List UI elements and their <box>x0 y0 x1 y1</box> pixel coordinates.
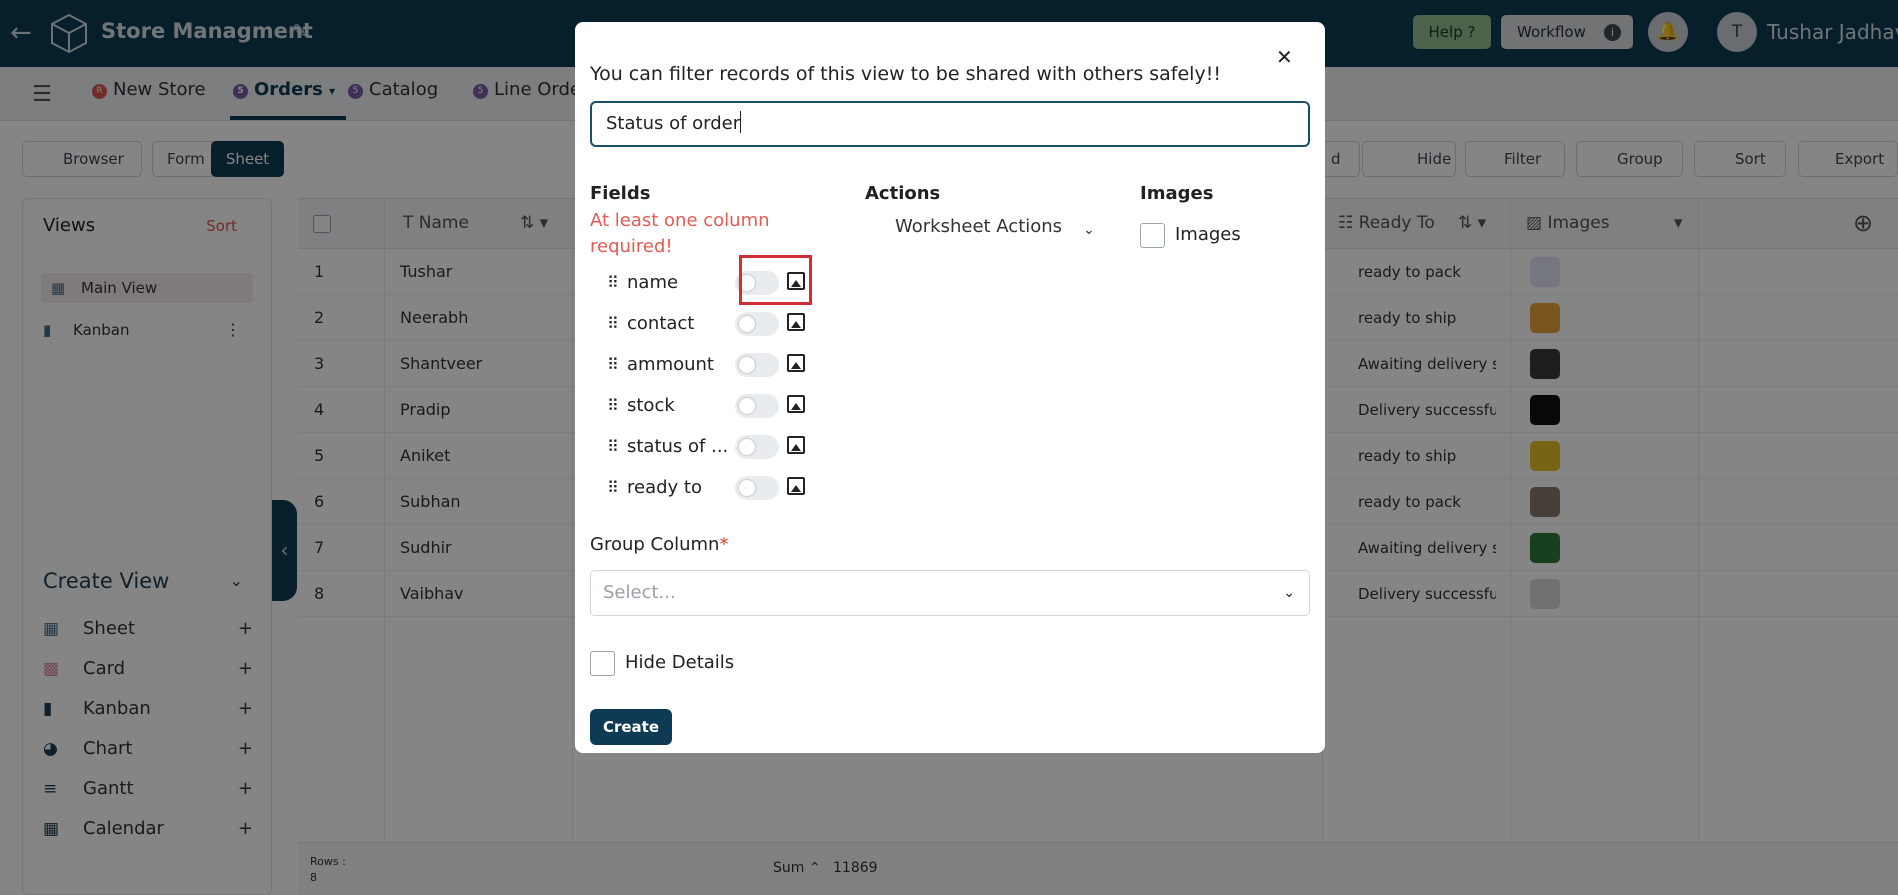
group-column-label: Group Column* <box>590 534 728 555</box>
drag-handle-icon[interactable]: ⠿ <box>607 396 619 415</box>
fields-warning: At least one column required! <box>590 210 770 257</box>
field-row-ready-to[interactable]: ⠿ ready to <box>607 473 847 503</box>
drag-handle-icon[interactable]: ⠿ <box>607 478 619 497</box>
drag-handle-icon[interactable]: ⠿ <box>607 273 619 292</box>
drag-handle-icon[interactable]: ⠿ <box>607 437 619 456</box>
worksheet-actions-select[interactable]: Worksheet Actions <box>880 216 1105 246</box>
field-row-contact[interactable]: ⠿ contact <box>607 309 847 339</box>
field-toggle[interactable] <box>735 353 779 377</box>
drag-handle-icon[interactable]: ⠿ <box>607 314 619 333</box>
field-label: ammount <box>627 354 714 375</box>
images-checkbox[interactable] <box>1140 223 1165 248</box>
select-value: Worksheet Actions <box>895 216 1063 237</box>
field-label: ready to <box>627 477 702 498</box>
field-toggle[interactable] <box>735 435 779 459</box>
text-caret <box>740 111 742 133</box>
drag-handle-icon[interactable]: ⠿ <box>607 355 619 374</box>
image-icon[interactable] <box>787 436 805 454</box>
share-view-modal: ✕ You can filter records of this view to… <box>575 22 1325 753</box>
chevron-down-icon[interactable]: ⌄ <box>1083 222 1095 238</box>
field-row-stock[interactable]: ⠿ stock <box>607 391 847 421</box>
field-row-status[interactable]: ⠿ status of ... <box>607 432 847 462</box>
field-label: name <box>627 272 679 293</box>
group-column-select[interactable]: Select... ⌄ <box>590 570 1310 616</box>
images-title: Images <box>1140 183 1214 204</box>
images-checkbox-label: Images <box>1175 224 1241 245</box>
field-toggle[interactable] <box>735 312 779 336</box>
fields-title: Fields <box>590 183 651 204</box>
image-icon[interactable] <box>787 395 805 413</box>
required-marker: * <box>719 534 729 555</box>
view-name-input[interactable]: Status of order <box>590 101 1310 147</box>
hide-details-checkbox[interactable] <box>590 651 615 676</box>
image-icon[interactable] <box>787 477 805 495</box>
field-toggle[interactable] <box>735 394 779 418</box>
actions-title: Actions <box>865 183 941 204</box>
chevron-down-icon: ⌄ <box>1283 585 1295 601</box>
view-name-value: Status of order <box>606 113 741 134</box>
field-row-ammount[interactable]: ⠿ ammount <box>607 350 847 380</box>
field-toggle[interactable] <box>735 476 779 500</box>
image-icon[interactable] <box>787 313 805 331</box>
highlight-box <box>739 255 812 305</box>
create-button[interactable]: Create <box>590 709 672 745</box>
close-icon[interactable]: ✕ <box>1276 45 1293 69</box>
image-icon[interactable] <box>787 354 805 372</box>
hide-details-label: Hide Details <box>625 652 735 673</box>
group-label-text: Group Column <box>590 534 720 555</box>
field-label: contact <box>627 313 695 334</box>
select-placeholder: Select... <box>603 582 676 603</box>
modal-title: You can filter records of this view to b… <box>590 63 1221 85</box>
field-label: stock <box>627 395 675 416</box>
field-label: status of ... <box>627 436 727 457</box>
